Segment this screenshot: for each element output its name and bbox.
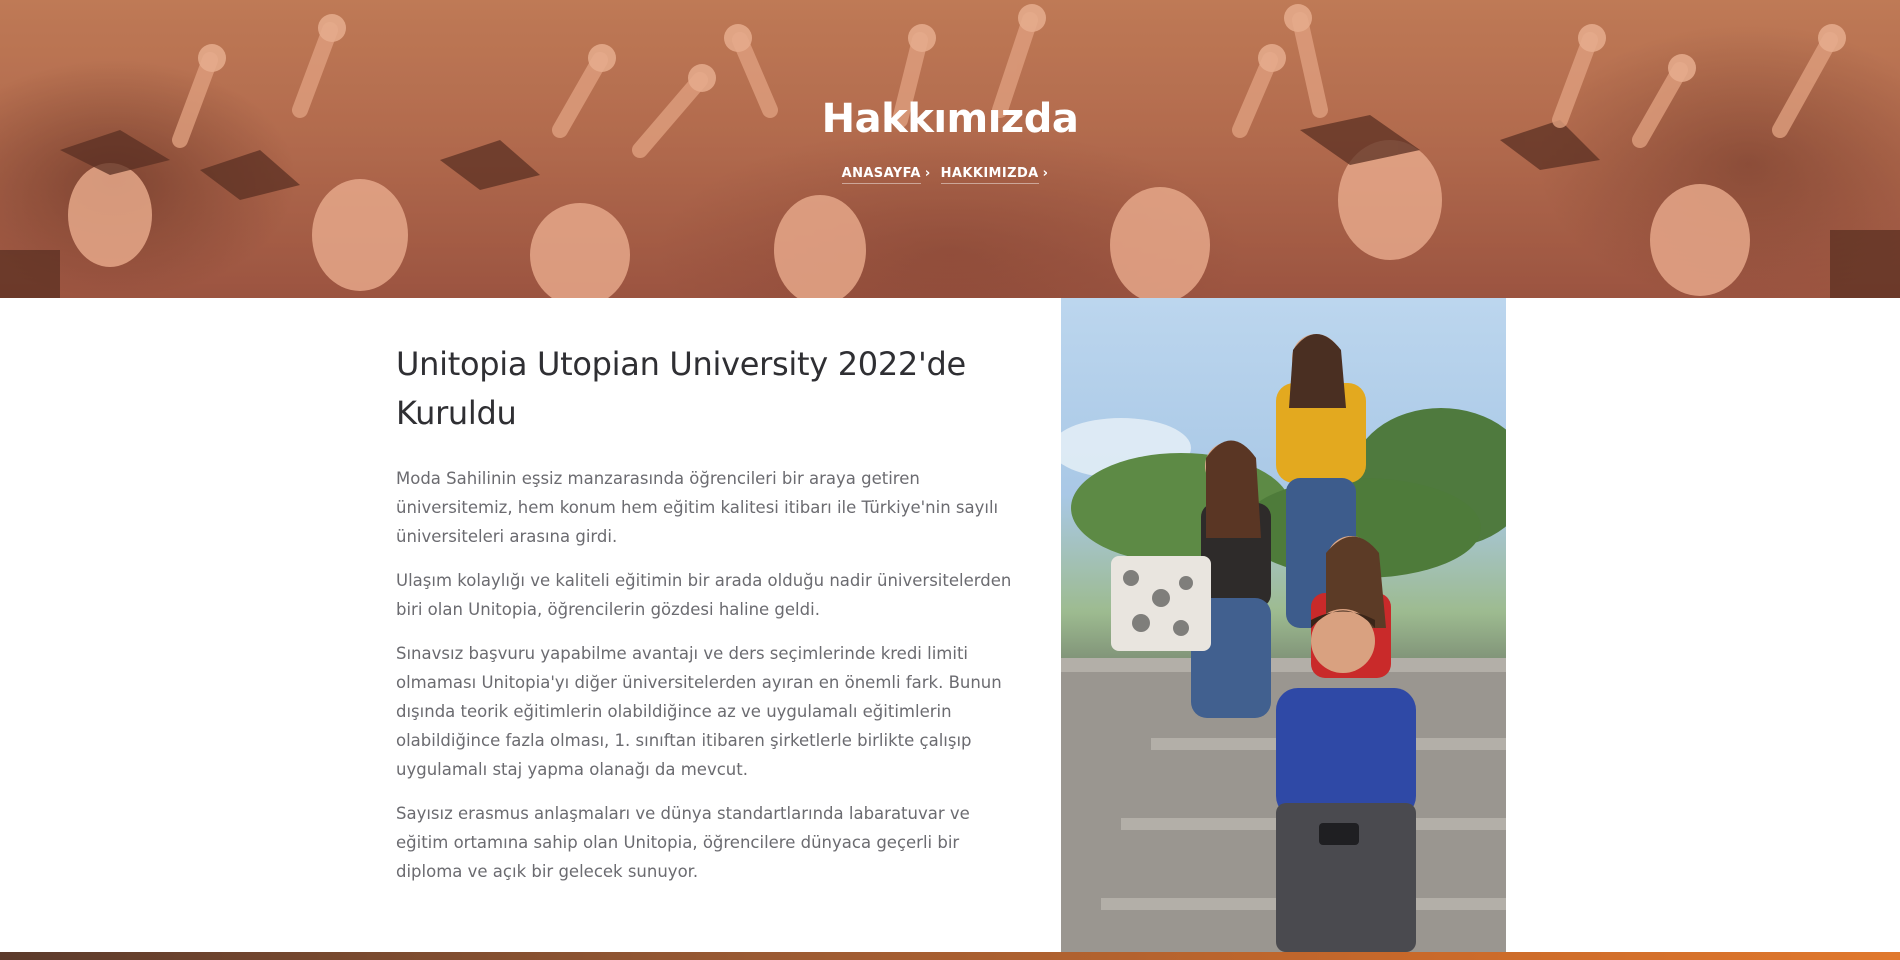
about-section: Unitopia Utopian University 2022'de Kuru… <box>396 340 1024 901</box>
hero-overlay <box>0 0 1900 298</box>
about-paragraph: Moda Sahilinin eşsiz manzarasında öğrenc… <box>396 469 999 546</box>
footer-band <box>0 952 1900 960</box>
breadcrumb-home-link[interactable]: ANASAYFA <box>841 166 921 184</box>
chevron-right-icon: › <box>1042 166 1049 181</box>
about-paragraph: Sayısız erasmus anlaşmaları ve dünya sta… <box>396 804 970 881</box>
about-paragraph: Ulaşım kolaylığı ve kaliteli eğitimin bi… <box>396 571 1012 619</box>
about-heading: Unitopia Utopian University 2022'de Kuru… <box>396 345 966 432</box>
chevron-right-icon: › <box>924 166 931 181</box>
students-photo <box>1061 298 1506 952</box>
page-title: Hakkımızda <box>821 96 1079 142</box>
breadcrumb: ANASAYFA › HAKKIMIZDA › <box>0 166 1900 184</box>
hero-banner: Hakkımızda ANASAYFA › HAKKIMIZDA › <box>0 0 1900 298</box>
breadcrumb-current-link[interactable]: HAKKIMIZDA <box>940 166 1039 184</box>
about-paragraph: Sınavsız başvuru yapabilme avantajı ve d… <box>396 644 1002 779</box>
